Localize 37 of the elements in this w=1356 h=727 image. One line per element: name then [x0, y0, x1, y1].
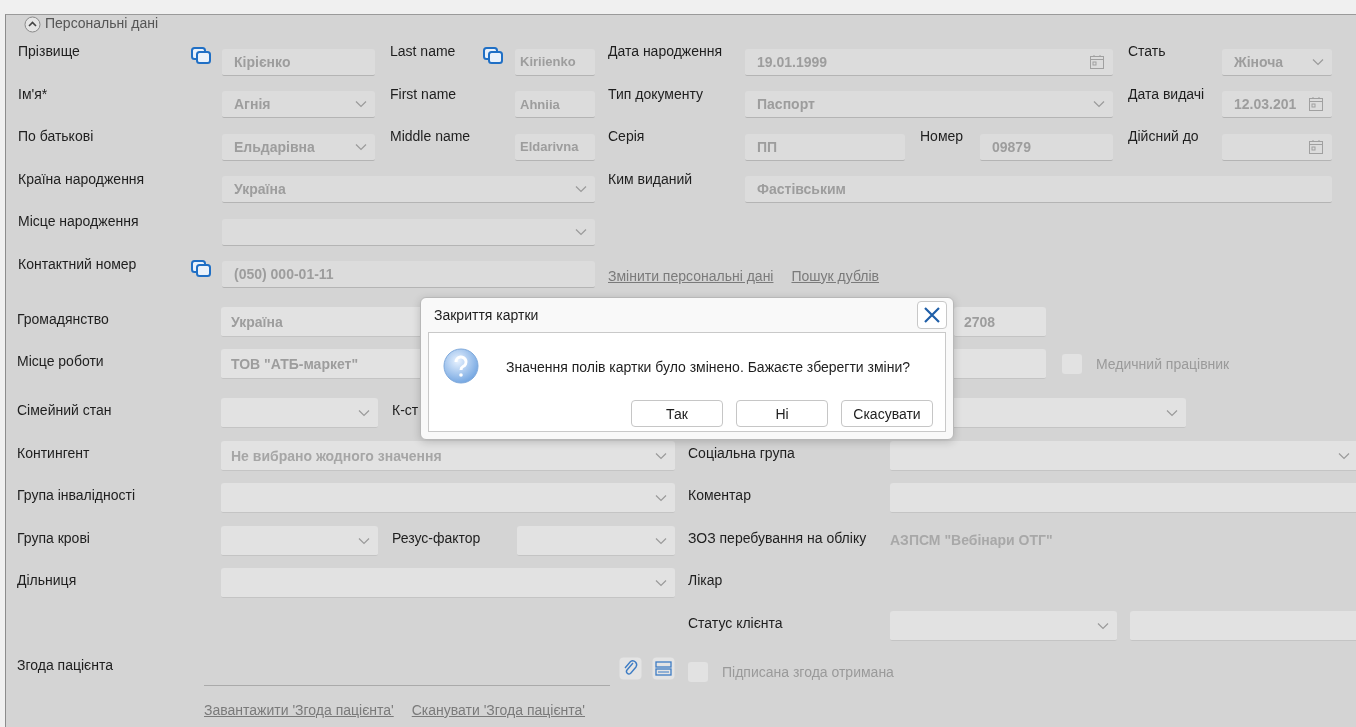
field-label: Лікар [688, 571, 724, 588]
dialog-title: Закриття картки [434, 307, 539, 323]
field-label: ЗОЗ перебування на обліку [688, 529, 868, 546]
field-label: Сімейний стан [17, 401, 113, 418]
field-label: Соціальна група [688, 444, 796, 461]
field-label: Серія [608, 127, 646, 144]
field-label: First name [390, 84, 458, 102]
field-label: Група інвалідності [17, 486, 137, 503]
checkbox-label: Медичний працівник [1096, 356, 1230, 372]
field-label: Контингент [17, 444, 91, 461]
field-label: Ким виданий [608, 169, 694, 187]
field-label: Місце роботи [17, 352, 105, 369]
field-label: Middle name [390, 127, 472, 144]
field-label: Громадянство [17, 310, 110, 327]
field-label: Ім'я* [18, 84, 49, 102]
field-label: Дата народження [608, 42, 724, 59]
field-label: По батькові [18, 127, 95, 144]
field-label: Місце народження [18, 212, 140, 229]
field-label: Last name [390, 42, 457, 59]
field-label: Прізвище [18, 42, 81, 59]
field-label: Статус клієнта [688, 614, 784, 631]
checkbox-label: Підписана згода отримана [722, 664, 894, 680]
field-label: Стать [1128, 42, 1167, 59]
field-label: Коментар [688, 486, 752, 503]
field-label: Група крові [17, 529, 91, 546]
field-label: Дійсний до [1128, 127, 1200, 144]
field-label: К-ст [392, 401, 420, 418]
field-label: Контактний номер [18, 254, 138, 272]
field-label: Дата видачі [1128, 84, 1206, 102]
dialog-message: Значення полів картки було змінено. Бажаєте зберегти зміни? [506, 359, 911, 375]
field-label: Країна народження [18, 169, 146, 187]
section-title: Персональні дані [45, 15, 159, 31]
field-label: Номер [920, 127, 965, 144]
field-label: Згода пацієнта [17, 656, 114, 673]
field-label: Резус-фактор [392, 529, 482, 546]
field-label: Тип документу [608, 84, 705, 102]
field-label: Дільниця [17, 571, 78, 588]
